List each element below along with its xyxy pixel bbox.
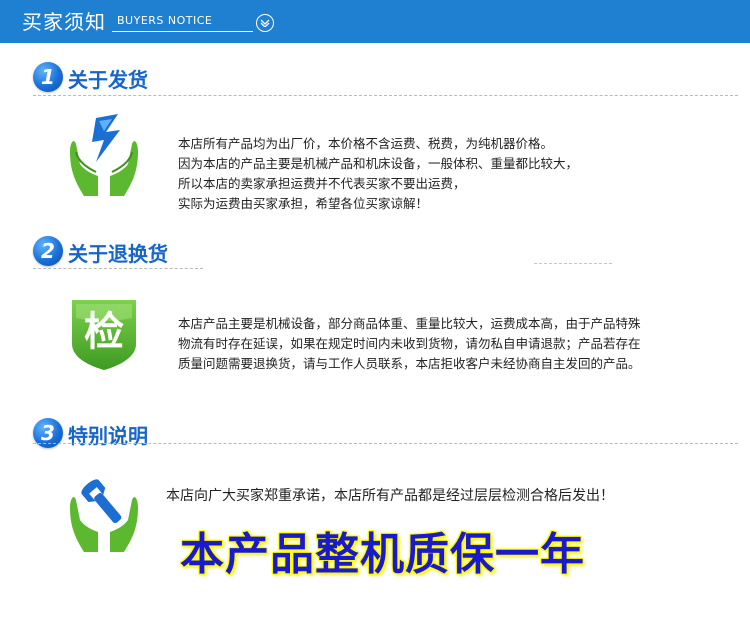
text-line: 所以本店的卖家承担运费并不代表买家不要出运费，: [178, 176, 466, 191]
header-title: 买家须知: [22, 10, 106, 34]
section-3-text: 本店向广大买家郑重承诺，本店所有产品都是经过层层检测合格后发出！: [166, 486, 614, 506]
text-line: 实际为运费由买家承担，希望各位买家谅解！: [178, 196, 429, 211]
text-line: 本店产品主要是机械设备，部分商品体重、重量比较大，运费成本高，由于产品特殊: [178, 316, 641, 331]
header-subtitle: BUYERS NOTICE: [117, 14, 213, 27]
section-1-text: 本店所有产品均为出厂价，本价格不含运费、税费，为纯机器价格。 因为本店的产品主要…: [178, 134, 578, 214]
text-line: 质量问题需要退换货，请与工作人员联系，本店拒收客户未经协商自主发回的产品。: [178, 356, 641, 371]
text-line: 本店向广大买家郑重承诺，本店所有产品都是经过层层检测合格后发出！: [166, 488, 614, 504]
text-line: 因为本店的产品主要是机械产品和机床设备，一般体积、重量都比较大，: [178, 156, 579, 171]
section-title: 关于退换货: [68, 242, 168, 266]
wrench-hands-icon: [66, 478, 142, 558]
header-underline: [112, 31, 253, 32]
section-number-badge: 1: [33, 62, 63, 92]
section-divider: [33, 268, 203, 269]
section-divider: [33, 443, 738, 444]
warranty-highlight: 本产品整机质保一年: [180, 529, 585, 580]
inspection-shield-icon: 检: [68, 296, 140, 376]
shield-label: 检: [84, 309, 124, 355]
section-title: 关于发货: [68, 68, 148, 92]
header-bar: 买家须知 BUYERS NOTICE: [0, 0, 750, 43]
text-line: 本店所有产品均为出厂价，本价格不含运费、税费，为纯机器价格。: [178, 136, 554, 151]
lightning-hands-icon: [66, 112, 142, 202]
section-divider-accent: [534, 263, 612, 264]
section-title: 特别说明: [68, 424, 148, 448]
section-divider: [33, 95, 738, 96]
text-line: 物流有时存在延误，如果在规定时间内未收到货物，请勿私自申请退款；产品若存在: [178, 336, 641, 351]
section-number-badge: 2: [33, 236, 63, 266]
chevron-down-icon[interactable]: [256, 14, 274, 32]
section-2-text: 本店产品主要是机械设备，部分商品体重、重量比较大，运费成本高，由于产品特殊 物流…: [178, 314, 641, 374]
